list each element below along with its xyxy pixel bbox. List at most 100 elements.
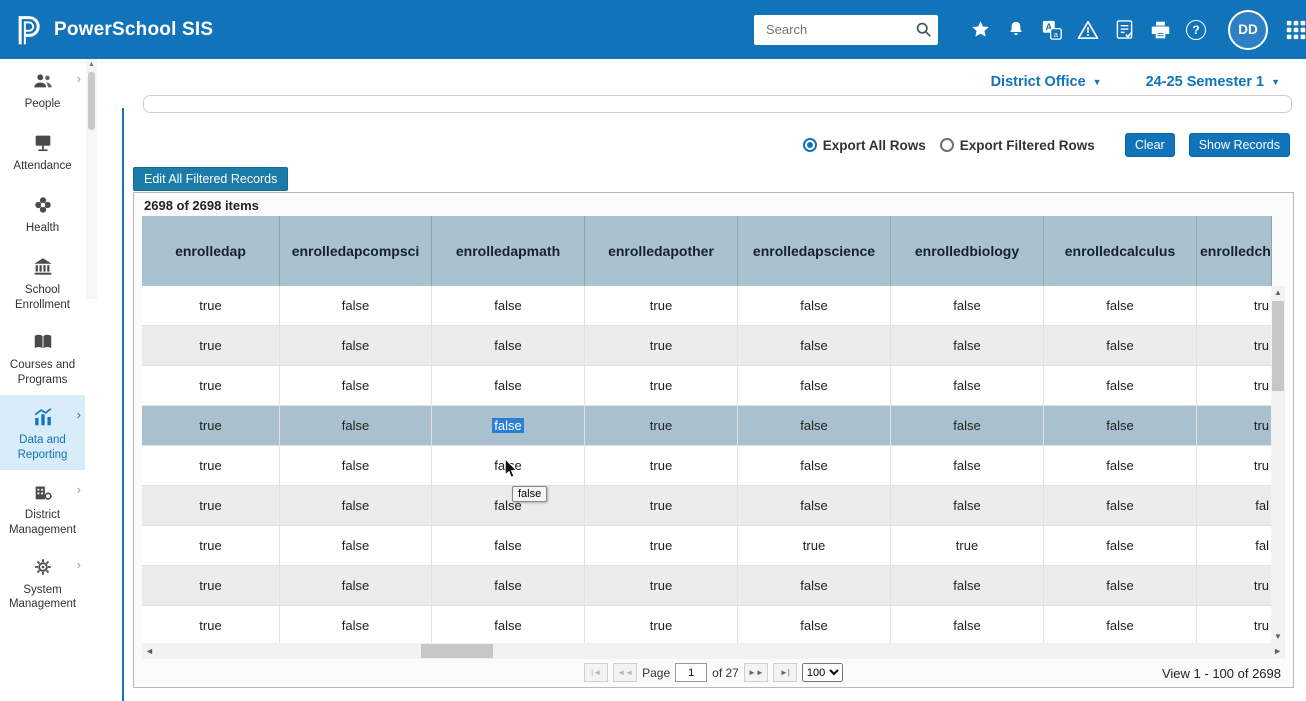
table-cell[interactable]: false [280,446,432,486]
school-selector[interactable]: District Office ▼ [991,74,1102,90]
table-cell[interactable]: true [585,486,738,526]
table-cell[interactable]: false [280,526,432,566]
sidebar-item-courses-and-programs[interactable]: Courses and Programs [0,320,85,395]
alert-icon[interactable] [1070,20,1106,40]
table-cell[interactable]: true [142,486,280,526]
export-filtered-rows-radio[interactable]: Export Filtered Rows [940,138,1095,153]
table-cell[interactable]: false [432,526,585,566]
table-cell[interactable]: false [738,286,891,326]
term-selector[interactable]: 24-25 Semester 1 ▼ [1146,74,1280,90]
table-cell[interactable]: false [280,326,432,366]
table-cell[interactable]: true [142,446,280,486]
table-row[interactable]: truefalsefalsetruefalsefalsefalsetru [142,606,1272,643]
table-cell[interactable]: true [142,406,280,446]
sidebar-item-health[interactable]: Health [0,183,85,245]
table-cell[interactable]: true [891,526,1044,566]
table-cell[interactable]: true [142,366,280,406]
table-cell[interactable]: true [585,326,738,366]
table-cell[interactable]: true [142,286,280,326]
scroll-down-icon[interactable]: ▼ [1271,632,1285,641]
sidebar-item-school-enrollment[interactable]: School Enrollment [0,245,85,320]
table-cell[interactable]: false [1044,446,1197,486]
search-icon[interactable] [915,21,932,38]
table-cell[interactable]: false [432,566,585,606]
help-icon[interactable]: ? [1178,20,1214,40]
table-cell[interactable]: false [738,486,891,526]
table-cell[interactable]: false [432,326,585,366]
table-cell[interactable]: true [142,526,280,566]
table-cell[interactable]: true [142,606,280,643]
star-icon[interactable] [962,19,998,40]
previous-page-button[interactable]: ◄◄ [613,663,637,682]
bell-icon[interactable] [998,19,1034,40]
table-row[interactable]: truefalsefalsetruefalsefalsefalsetru [142,566,1272,606]
table-cell[interactable]: false [738,606,891,643]
page-size-select[interactable]: 100 [802,663,843,682]
table-cell[interactable]: tru [1197,326,1272,366]
table-cell[interactable]: false [280,566,432,606]
sidebar-item-system-management[interactable]: ›System Management [0,545,85,620]
table-cell[interactable]: false [432,486,585,526]
table-cell[interactable]: false [432,366,585,406]
table-cell[interactable]: false [280,366,432,406]
table-cell[interactable]: fal [1197,526,1272,566]
table-cell[interactable]: false [280,606,432,643]
table-cell[interactable]: true [142,326,280,366]
column-header[interactable]: enrolledapmath [432,216,585,286]
sidebar-item-district-management[interactable]: ›District Management [0,470,85,545]
sidebar-scrollbar-thumb[interactable] [88,72,95,130]
scroll-up-icon[interactable]: ▲ [1271,288,1285,297]
table-row[interactable]: truefalsefalsetruefalsefalsefalsetru [142,366,1272,406]
table-cell[interactable]: false [738,366,891,406]
report-icon[interactable] [1106,19,1142,40]
table-cell[interactable]: tru [1197,406,1272,446]
table-cell[interactable]: tru [1197,286,1272,326]
table-row[interactable]: truefalsefalsetruefalsefalsefalsefal [142,486,1272,526]
table-cell[interactable]: false [1044,526,1197,566]
table-cell[interactable]: true [585,366,738,406]
table-cell[interactable]: false [1044,326,1197,366]
column-header[interactable]: enrolledcalculus [1044,216,1197,286]
table-cell[interactable]: false [891,566,1044,606]
table-cell[interactable]: true [738,526,891,566]
page-number-input[interactable] [675,663,707,682]
table-cell[interactable]: false [738,446,891,486]
export-all-rows-radio[interactable]: Export All Rows [803,138,926,153]
table-cell[interactable]: false [891,406,1044,446]
table-cell[interactable]: false [891,446,1044,486]
horizontal-scrollbar-thumb[interactable] [421,644,493,658]
table-row[interactable]: truefalsefalsetruetruetruefalsefal [142,526,1272,566]
next-page-button[interactable]: ►► [744,663,768,682]
table-row[interactable]: truefalsefalsetruefalsefalsefalsetru [142,326,1272,366]
table-row[interactable]: truefalsefalsetruefalsefalsefalsetru [142,286,1272,326]
column-header[interactable]: enrolledapscience [738,216,891,286]
table-cell[interactable]: false [891,606,1044,643]
apps-grid-icon[interactable] [1278,19,1306,41]
clear-button[interactable]: Clear [1125,133,1175,157]
printer-icon[interactable] [1142,20,1178,40]
table-cell[interactable]: true [585,566,738,606]
table-cell[interactable]: false [432,406,585,446]
column-header[interactable]: enrolledapcompsci [280,216,432,286]
scroll-up-icon[interactable]: ▲ [86,61,97,68]
search-input[interactable] [764,21,915,38]
table-cell[interactable]: fal [1197,486,1272,526]
table-cell[interactable]: false [891,486,1044,526]
table-cell[interactable]: false [738,406,891,446]
table-cell[interactable]: true [585,526,738,566]
table-cell[interactable]: tru [1197,366,1272,406]
table-cell[interactable]: true [585,286,738,326]
table-row[interactable]: truefalsefalsetruefalsefalsefalsetru [142,406,1272,446]
table-cell[interactable]: false [1044,366,1197,406]
column-header[interactable]: enrolledbiology [891,216,1044,286]
table-cell[interactable]: tru [1197,446,1272,486]
scroll-left-icon[interactable]: ◄ [142,643,157,659]
first-page-button[interactable]: |◄ [584,663,608,682]
column-header[interactable]: enrolledap [142,216,280,286]
table-cell[interactable]: false [738,566,891,606]
vertical-scrollbar[interactable]: ▲ ▼ [1271,286,1285,643]
translate-icon[interactable]: A a [1034,19,1070,41]
table-cell[interactable]: tru [1197,606,1272,643]
table-cell[interactable]: false [1044,566,1197,606]
table-cell[interactable]: false [891,366,1044,406]
